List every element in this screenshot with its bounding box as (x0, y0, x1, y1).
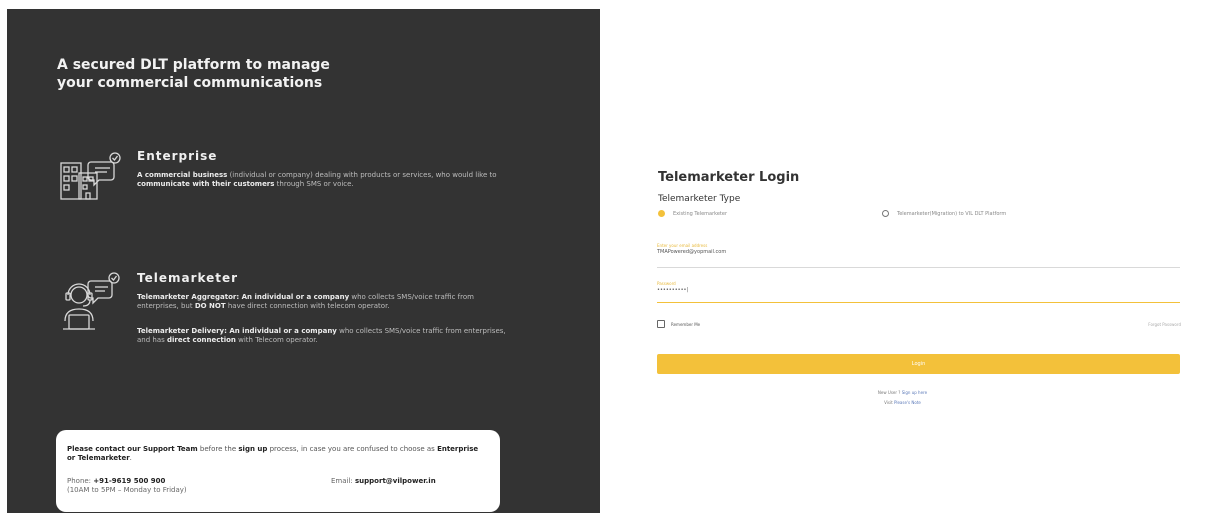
enterprise-desc-bold-2: communicate with their customers (137, 180, 275, 188)
enterprise-desc-bold-1: A commercial business (137, 171, 228, 179)
support-phone: Phone: +91-9619 500 900 (10AM to 5PM – M… (67, 477, 187, 495)
login-panel: Telemarketer Login Telemarketer Type Exi… (600, 0, 1205, 513)
enterprise-description: A commercial business (individual or com… (137, 171, 507, 189)
radio-new-label: Telemarketer(Migration) to VIL DLT Platf… (897, 210, 1007, 217)
checkbox-icon[interactable] (657, 320, 665, 328)
delivery-bold-2: direct connection (167, 336, 236, 344)
radio-existing-label: Existing Telemarketer (673, 210, 728, 217)
phone-label: Phone: (67, 477, 94, 485)
support-msg-text-3: . (129, 454, 132, 462)
phone-number[interactable]: +91-9619 500 900 (93, 477, 165, 485)
enterprise-section: Enterprise A commercial business (indivi… (55, 149, 575, 229)
remember-me-label: Remember Me (671, 321, 701, 327)
support-msg-bold-2: sign up (238, 445, 268, 453)
telemarketer-title: Telemarketer (137, 271, 239, 285)
support-msg-text-1: before the (197, 445, 239, 453)
new-user-text: New User ? (877, 390, 901, 395)
enterprise-desc-text-2: through SMS or voice. (274, 180, 354, 188)
email-field-underline (657, 267, 1180, 268)
password-field[interactable]: Password ••••••••••| (657, 281, 1180, 303)
support-message: Please contact our Support Team before t… (67, 445, 487, 463)
visit-line: Visit Please's Note (600, 400, 1205, 405)
remember-me[interactable]: Remember Me (657, 320, 700, 328)
email-address[interactable]: support@vilpower.in (355, 477, 436, 485)
aggregator-bold-2: DO NOT (194, 302, 226, 310)
password-field-value[interactable]: ••••••••••| (657, 287, 1180, 293)
info-panel: A secured DLT platform to manage your co… (7, 9, 600, 513)
email-field-value[interactable]: TMAPowered@yopmail.com (657, 249, 1180, 255)
radio-icon[interactable] (882, 210, 889, 217)
aggregator-description: Telemarketer Aggregator: An individual o… (137, 293, 507, 311)
aggregator-text-2: have direct connection with telecom oper… (225, 302, 390, 310)
enterprise-desc-text-1: (individual or company) dealing with pro… (227, 171, 497, 179)
login-title: Telemarketer Login (658, 170, 800, 185)
password-field-underline (657, 302, 1180, 303)
support-msg-text-2: process, in case you are confused to cho… (267, 445, 438, 453)
email-label: Email: (331, 477, 356, 485)
support-card: Please contact our Support Team before t… (56, 430, 500, 512)
visit-link[interactable]: Please's Note (893, 400, 921, 405)
telemarketer-type-label: Telemarketer Type (658, 194, 741, 204)
hero-heading: A secured DLT platform to manage your co… (57, 57, 330, 91)
delivery-text-2: with Telecom operator. (235, 336, 318, 344)
support-msg-bold-1: Please contact our Support Team (67, 445, 198, 453)
email-field[interactable]: Enter your email address TMAPowered@yopm… (657, 243, 1180, 268)
delivery-bold-1: Telemarketer Delivery: An individual or … (137, 327, 337, 335)
aggregator-bold-1: Telemarketer Aggregator: An individual o… (137, 293, 350, 301)
forgot-password-link[interactable]: Forgot Password (1148, 322, 1181, 327)
headset-agent-chat-icon (63, 272, 120, 330)
support-hours: (10AM to 5PM – Monday to Friday) (67, 486, 187, 494)
delivery-description: Telemarketer Delivery: An individual or … (137, 327, 507, 345)
radio-icon[interactable] (658, 210, 665, 217)
support-email: Email: support@vilpower.in (331, 477, 436, 485)
login-button[interactable]: Login (657, 354, 1180, 374)
signup-line: New User ? Sign up here (600, 390, 1205, 395)
signup-link[interactable]: Sign up here (900, 390, 927, 395)
telemarketer-section: Telemarketer Telemarketer Aggregator: An… (55, 271, 575, 401)
radio-new-telemarketer[interactable]: Telemarketer(Migration) to VIL DLT Platf… (882, 210, 1006, 217)
building-chat-icon (60, 152, 121, 200)
visit-text: Visit (884, 400, 893, 405)
enterprise-title: Enterprise (137, 149, 218, 163)
radio-existing-telemarketer[interactable]: Existing Telemarketer (658, 210, 727, 217)
page: A secured DLT platform to manage your co… (0, 0, 1205, 513)
